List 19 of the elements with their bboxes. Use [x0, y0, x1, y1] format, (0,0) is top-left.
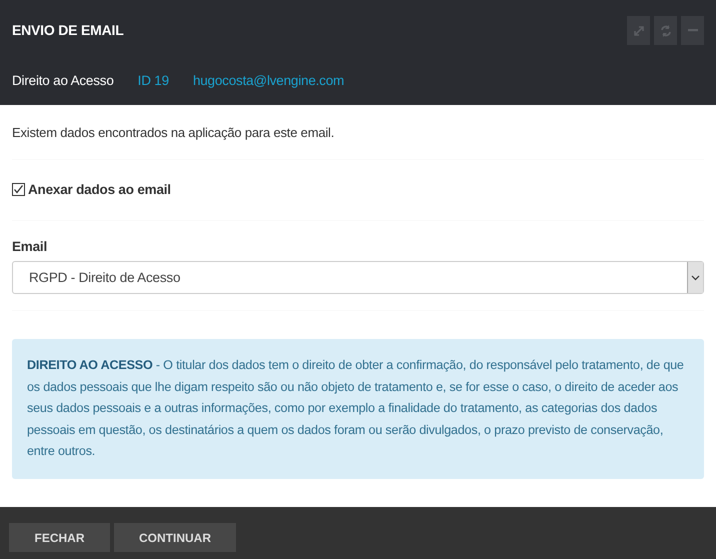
- checkbox[interactable]: [12, 183, 25, 196]
- request-id: ID 19: [138, 72, 169, 90]
- continue-button[interactable]: CONTINUAR: [114, 523, 236, 552]
- window-title: ENVIO DE EMAIL: [12, 21, 124, 40]
- refresh-icon: [658, 24, 672, 38]
- checkbox-label: Anexar dados ao email: [28, 180, 171, 198]
- expand-icon: [632, 24, 646, 38]
- expand-button[interactable]: [627, 16, 650, 45]
- close-button[interactable]: FECHAR: [9, 523, 110, 552]
- request-type: Direito ao Acesso: [12, 72, 114, 90]
- field-label: Email: [12, 238, 48, 256]
- refresh-button[interactable]: [654, 16, 677, 45]
- email-select[interactable]: RGPD - Direito de Acesso: [12, 261, 704, 294]
- info-alert: DIREITO AO ACESSO - O titular dos dados tem o direito de obter a confirmação, do responsável pelo tratamento, de que os dados pessoais que lhe digam respeito são ou não objeto de tratamento e, se for esse o caso, o direito de aceder aos seus dados pessoais e a outras informações, como por exemplo a finalidade do tratamento, as categorias dos dados pessoais em questão, os destinatários a quem os dados foram ou serão divulgados, o prazo previsto de conservação, entre outros.: [12, 339, 704, 478]
- info-message: Existem dados encontrados na aplicação para este email.: [12, 124, 336, 142]
- caret-icon: [691, 274, 700, 280]
- email-address: hugocosta@lvengine.com: [192, 72, 344, 90]
- minimize-icon: [688, 29, 698, 32]
- minimize-button[interactable]: [681, 16, 704, 45]
